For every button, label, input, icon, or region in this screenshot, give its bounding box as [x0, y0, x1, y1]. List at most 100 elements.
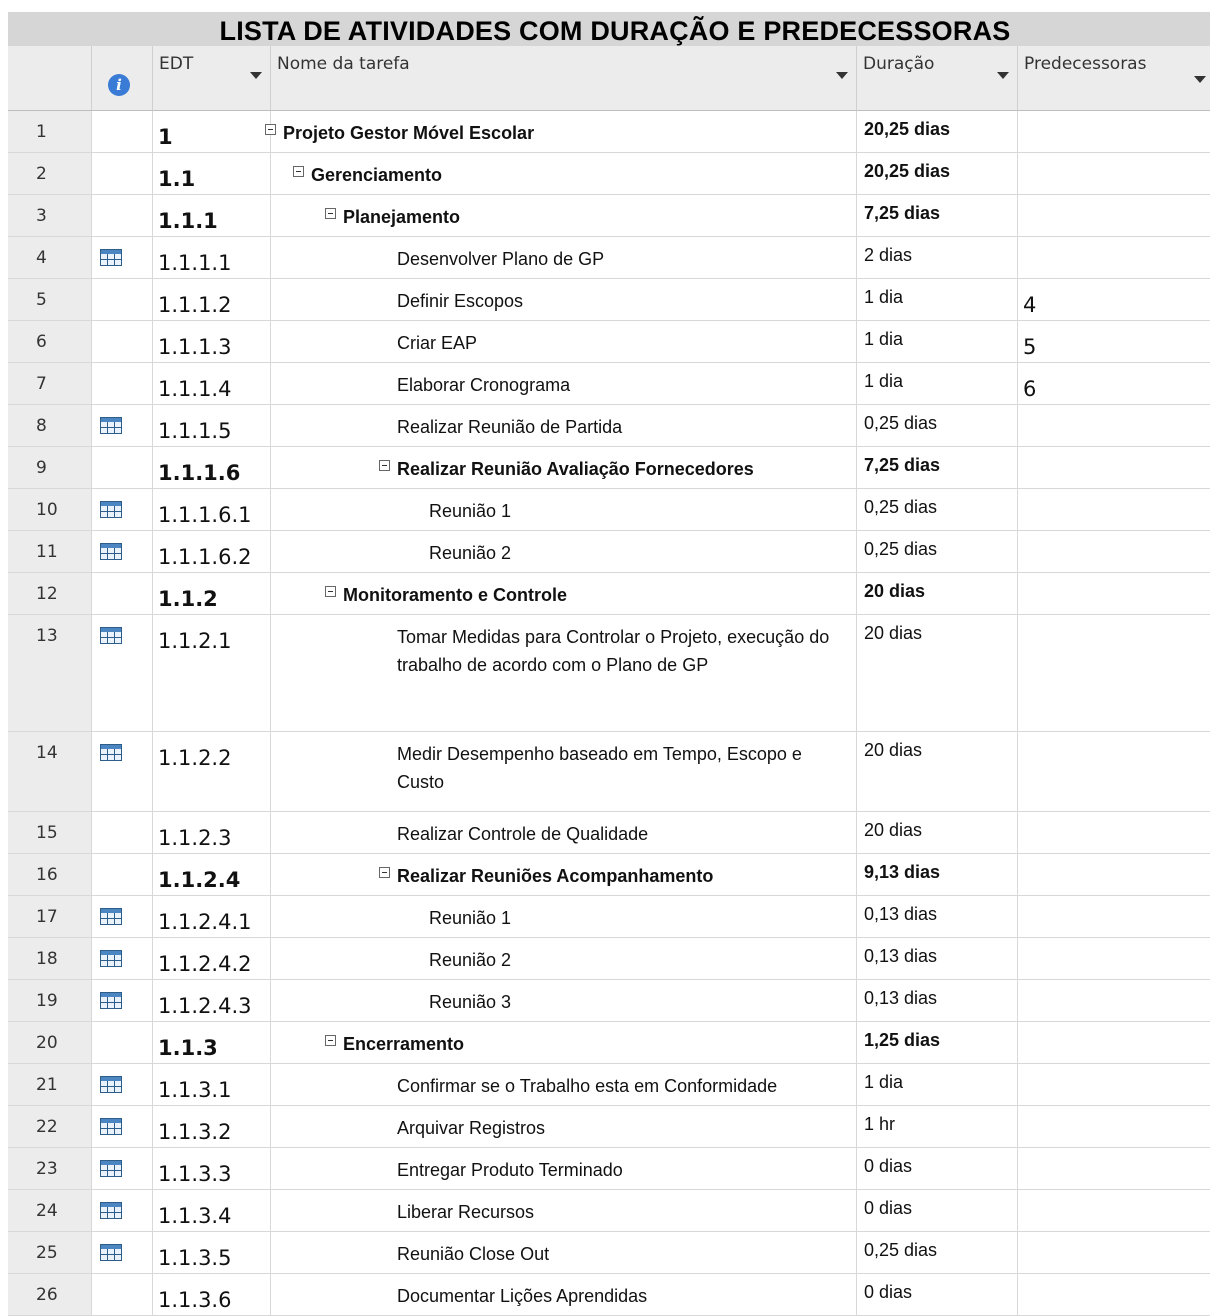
- task-row[interactable]: 10 1.1.1.6.1 Reunião 1 0,25 dias: [8, 489, 1210, 531]
- task-name-cell[interactable]: Realizar Reunião Avaliação Fornecedores: [271, 447, 857, 488]
- predecessors-cell[interactable]: [1018, 573, 1210, 614]
- task-row[interactable]: 3 1.1.1 Planejamento 7,25 dias: [8, 195, 1210, 237]
- task-row[interactable]: 5 1.1.1.2 Definir Escopos 1 dia 4: [8, 279, 1210, 321]
- edt-cell[interactable]: 1.1.1.6.1: [153, 489, 271, 530]
- predecessors-cell[interactable]: 4: [1018, 279, 1210, 320]
- task-row[interactable]: 24 1.1.3.4 Liberar Recursos 0 dias: [8, 1190, 1210, 1232]
- duration-cell[interactable]: 1,25 dias: [857, 1022, 1018, 1063]
- edt-cell[interactable]: 1.1.3.5: [153, 1232, 271, 1273]
- duration-cell[interactable]: 9,13 dias: [857, 854, 1018, 895]
- row-number-cell[interactable]: 4: [8, 237, 92, 278]
- task-name-cell[interactable]: Elaborar Cronograma: [271, 363, 857, 404]
- predecessors-cell[interactable]: [1018, 980, 1210, 1021]
- duration-cell[interactable]: 7,25 dias: [857, 195, 1018, 236]
- predecessors-cell[interactable]: [1018, 1022, 1210, 1063]
- edt-cell[interactable]: 1.1.2: [153, 573, 271, 614]
- dropdown-arrow-icon[interactable]: [250, 72, 262, 79]
- predecessors-cell[interactable]: 6: [1018, 363, 1210, 404]
- predecessors-cell[interactable]: [1018, 854, 1210, 895]
- duration-cell[interactable]: 0,25 dias: [857, 405, 1018, 446]
- header-row-number[interactable]: [8, 46, 92, 111]
- edt-cell[interactable]: 1.1.1.1: [153, 237, 271, 278]
- task-name-cell[interactable]: Gerenciamento: [271, 153, 857, 194]
- row-number-cell[interactable]: 22: [8, 1106, 92, 1147]
- predecessors-cell[interactable]: [1018, 896, 1210, 937]
- dropdown-arrow-icon[interactable]: [997, 72, 1009, 79]
- collapse-icon[interactable]: [265, 124, 276, 135]
- edt-cell[interactable]: 1.1.3.1: [153, 1064, 271, 1105]
- task-row[interactable]: 15 1.1.2.3 Realizar Controle de Qualidade 2…: [8, 812, 1210, 854]
- task-row[interactable]: 18 1.1.2.4.2 Reunião 2 0,13 dias: [8, 938, 1210, 980]
- dropdown-arrow-icon[interactable]: [1194, 76, 1206, 83]
- task-row[interactable]: 4 1.1.1.1 Desenvolver Plano de GP 2 dias: [8, 237, 1210, 279]
- row-number-cell[interactable]: 25: [8, 1232, 92, 1273]
- predecessors-cell[interactable]: [1018, 195, 1210, 236]
- task-row[interactable]: 19 1.1.2.4.3 Reunião 3 0,13 dias: [8, 980, 1210, 1022]
- predecessors-cell[interactable]: [1018, 447, 1210, 488]
- collapse-icon[interactable]: [325, 1035, 336, 1046]
- row-number-cell[interactable]: 20: [8, 1022, 92, 1063]
- task-row[interactable]: 20 1.1.3 Encerramento 1,25 dias: [8, 1022, 1210, 1064]
- row-number-cell[interactable]: 21: [8, 1064, 92, 1105]
- predecessors-cell[interactable]: [1018, 405, 1210, 446]
- duration-cell[interactable]: 20 dias: [857, 732, 1018, 811]
- duration-cell[interactable]: 0,13 dias: [857, 896, 1018, 937]
- task-row[interactable]: 6 1.1.1.3 Criar EAP 1 dia 5: [8, 321, 1210, 363]
- task-row[interactable]: 13 1.1.2.1 Tomar Medidas para Controlar o …: [8, 615, 1210, 732]
- edt-cell[interactable]: 1.1.3.3: [153, 1148, 271, 1189]
- task-name-cell[interactable]: Realizar Controle de Qualidade: [271, 812, 857, 853]
- predecessors-cell[interactable]: [1018, 111, 1210, 152]
- predecessors-cell[interactable]: [1018, 1232, 1210, 1273]
- task-name-cell[interactable]: Medir Desempenho baseado em Tempo, Escop…: [271, 732, 857, 811]
- edt-cell[interactable]: 1.1.1.2: [153, 279, 271, 320]
- edt-cell[interactable]: 1.1.2.2: [153, 732, 271, 811]
- task-name-cell[interactable]: Reunião 3: [271, 980, 857, 1021]
- task-name-cell[interactable]: Liberar Recursos: [271, 1190, 857, 1231]
- predecessors-cell[interactable]: [1018, 531, 1210, 572]
- task-row[interactable]: 14 1.1.2.2 Medir Desempenho baseado em Tem…: [8, 732, 1210, 812]
- predecessors-cell[interactable]: [1018, 615, 1210, 731]
- task-name-cell[interactable]: Reunião 1: [271, 896, 857, 937]
- predecessors-cell[interactable]: [1018, 732, 1210, 811]
- row-number-cell[interactable]: 26: [8, 1274, 92, 1315]
- task-name-cell[interactable]: Reunião 2: [271, 531, 857, 572]
- task-name-cell[interactable]: Projeto Gestor Móvel Escolar: [265, 111, 857, 152]
- predecessors-cell[interactable]: [1018, 1106, 1210, 1147]
- duration-cell[interactable]: 20,25 dias: [857, 153, 1018, 194]
- predecessors-cell[interactable]: [1018, 237, 1210, 278]
- header-name[interactable]: Nome da tarefa: [271, 46, 857, 111]
- duration-cell[interactable]: 20 dias: [857, 573, 1018, 614]
- task-name-cell[interactable]: Confirmar se o Trabalho esta em Conformi…: [271, 1064, 857, 1105]
- task-name-cell[interactable]: Entregar Produto Terminado: [271, 1148, 857, 1189]
- duration-cell[interactable]: 0,25 dias: [857, 489, 1018, 530]
- dropdown-arrow-icon[interactable]: [836, 72, 848, 79]
- duration-cell[interactable]: 7,25 dias: [857, 447, 1018, 488]
- edt-cell[interactable]: 1.1.3.6: [153, 1274, 271, 1315]
- row-number-cell[interactable]: 3: [8, 195, 92, 236]
- edt-cell[interactable]: 1.1.2.4.1: [153, 896, 271, 937]
- row-number-cell[interactable]: 12: [8, 573, 92, 614]
- duration-cell[interactable]: 20,25 dias: [857, 111, 1018, 152]
- task-name-cell[interactable]: Planejamento: [271, 195, 857, 236]
- row-number-cell[interactable]: 14: [8, 732, 92, 811]
- task-row[interactable]: 8 1.1.1.5 Realizar Reunião de Partida 0,25 …: [8, 405, 1210, 447]
- task-row[interactable]: 11 1.1.1.6.2 Reunião 2 0,25 dias: [8, 531, 1210, 573]
- task-row[interactable]: 21 1.1.3.1 Confirmar se o Trabalho esta em…: [8, 1064, 1210, 1106]
- task-name-cell[interactable]: Realizar Reunião de Partida: [271, 405, 857, 446]
- duration-cell[interactable]: 20 dias: [857, 615, 1018, 731]
- task-row[interactable]: 17 1.1.2.4.1 Reunião 1 0,13 dias: [8, 896, 1210, 938]
- duration-cell[interactable]: 0,13 dias: [857, 980, 1018, 1021]
- task-row[interactable]: 16 1.1.2.4 Realizar Reuniões Acompanhament…: [8, 854, 1210, 896]
- duration-cell[interactable]: 0 dias: [857, 1148, 1018, 1189]
- task-name-cell[interactable]: Reunião 1: [271, 489, 857, 530]
- row-number-cell[interactable]: 11: [8, 531, 92, 572]
- duration-cell[interactable]: 0,25 dias: [857, 531, 1018, 572]
- task-row[interactable]: 7 1.1.1.4 Elaborar Cronograma 1 dia 6: [8, 363, 1210, 405]
- task-name-cell[interactable]: Definir Escopos: [271, 279, 857, 320]
- edt-cell[interactable]: 1.1.2.1: [153, 615, 271, 731]
- task-name-cell[interactable]: Documentar Lições Aprendidas: [271, 1274, 857, 1315]
- header-edt[interactable]: EDT: [153, 46, 271, 111]
- duration-cell[interactable]: 1 dia: [857, 321, 1018, 362]
- task-name-cell[interactable]: Desenvolver Plano de GP: [271, 237, 857, 278]
- row-number-cell[interactable]: 5: [8, 279, 92, 320]
